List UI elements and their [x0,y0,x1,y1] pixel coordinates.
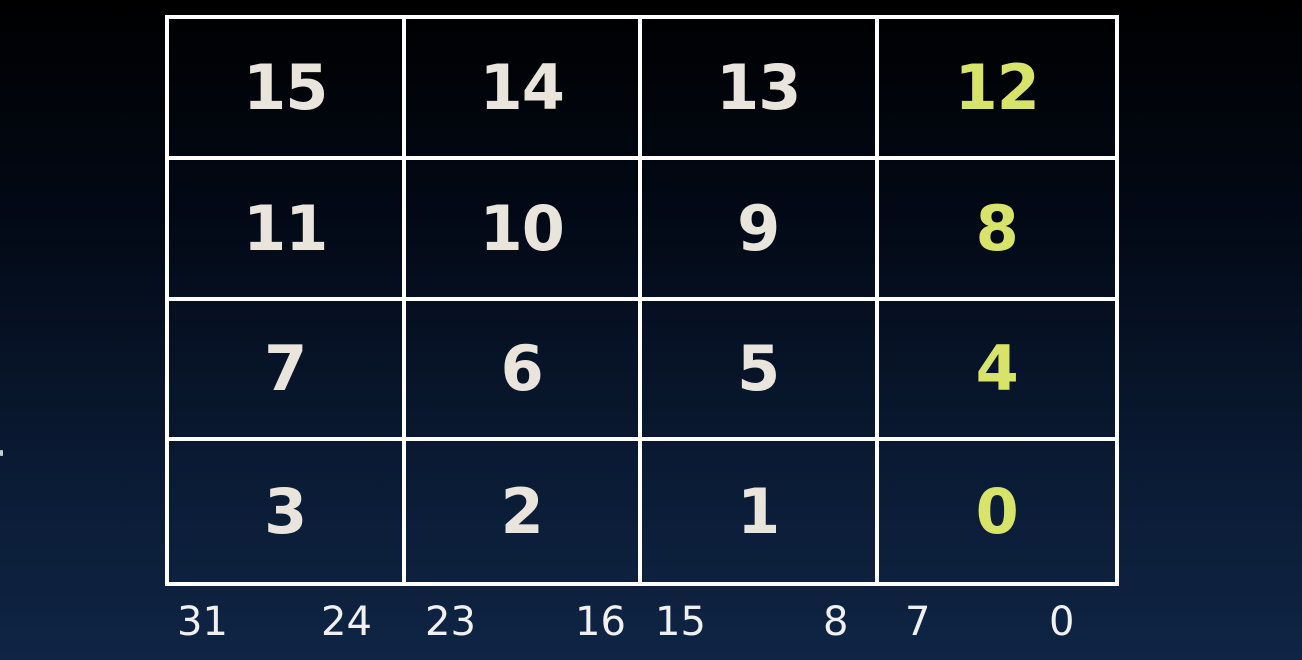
grid-cell-1: 1 [642,441,879,582]
grid-cell-5: 5 [642,300,879,442]
grid-cell-14: 14 [405,19,642,160]
byte-grid: 15 14 13 12 11 10 9 8 7 6 5 4 3 2 1 0 [165,15,1119,586]
grid-cell-2: 2 [406,441,642,582]
bit-label-31: 31 [177,599,228,645]
grid-cell-4: 4 [878,301,1115,442]
bit-label-23: 23 [425,599,476,645]
grid-cell-12: 12 [878,19,1115,160]
grid-cell-10: 10 [405,159,642,301]
bit-label-0: 0 [1049,599,1075,645]
grid-cell-6: 6 [405,300,642,442]
bit-label-7: 7 [905,599,931,645]
bit-range-labels: 31 24 23 16 15 8 7 0 [165,594,1119,650]
grid-cell-11: 11 [169,159,406,301]
grid-cell-15: 15 [169,19,406,160]
edge-mark [0,450,3,456]
bit-label-16: 16 [575,599,626,645]
grid-cell-3: 3 [169,441,406,582]
grid-cell-0: 0 [975,475,1019,549]
grid-cell-9: 9 [642,159,879,301]
grid-cell-7: 7 [169,300,406,442]
bit-label-15: 15 [655,599,706,645]
grid-cell-13: 13 [642,19,879,160]
bit-label-24: 24 [321,599,372,645]
grid-cell-8: 8 [878,160,1115,301]
bit-label-8: 8 [823,599,849,645]
